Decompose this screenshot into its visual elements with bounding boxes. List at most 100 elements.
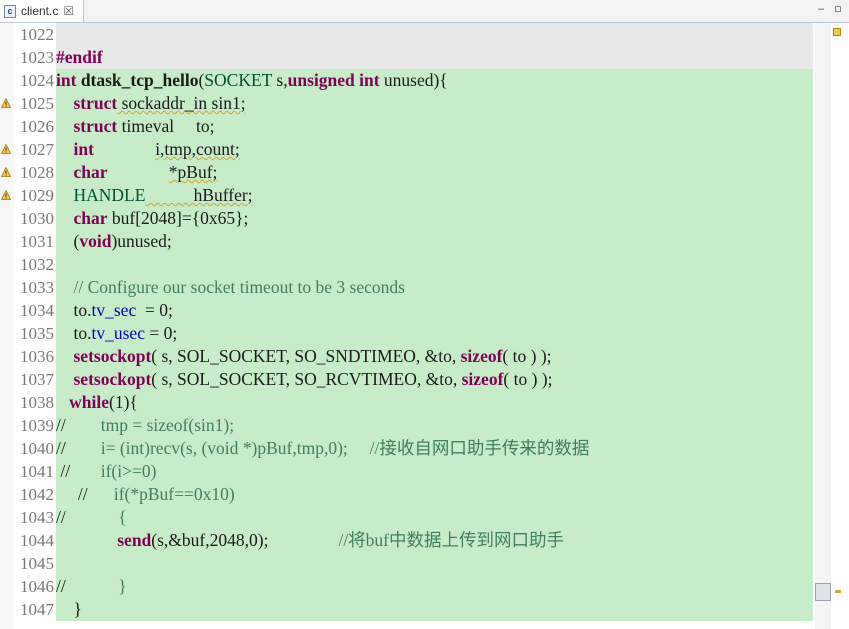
maximize-icon[interactable]: ▫ — [831, 2, 845, 16]
code-token: tmp = sizeof(sin1); — [100, 415, 235, 435]
code-token: SOCKET — [204, 70, 273, 90]
code-token: // — [56, 484, 114, 504]
code-line[interactable]: (void)unused; — [56, 230, 813, 253]
code-line[interactable]: to.tv_usec = 0; — [56, 322, 813, 345]
line-number: 1036 — [20, 347, 54, 366]
line-number: 1023 — [20, 48, 54, 67]
warning-icon[interactable] — [1, 167, 11, 177]
line-number: 1038 — [20, 393, 54, 412]
minimize-icon[interactable]: ‒ — [814, 2, 828, 16]
code-line[interactable]: send(s,&buf,2048,0); //将buf中数据上传到网口助手 — [56, 529, 813, 552]
scrollbar-thumb[interactable] — [815, 583, 831, 601]
line-number: 1032 — [20, 255, 54, 274]
code-line[interactable] — [56, 253, 813, 276]
code-token: ( to ) ); — [503, 369, 553, 389]
code-token: ( — [56, 231, 80, 251]
code-line[interactable]: #endif — [56, 46, 813, 69]
editor-tab-bar: c client.c ☒ ‒ ▫ — [0, 0, 849, 23]
code-token: //将buf中数据上传到网口助手 — [338, 530, 565, 550]
code-line[interactable]: struct timeval to; — [56, 115, 813, 138]
code-token: ( s, SOL_SOCKET, SO_SNDTIMEO, &to, — [151, 346, 461, 366]
code-line[interactable]: int i,tmp,count; — [56, 138, 813, 161]
code-token: sockaddr_in sin1; — [117, 93, 246, 113]
tab-label: client.c — [21, 4, 59, 18]
line-number: 1031 — [20, 232, 54, 251]
code-token: while — [69, 392, 109, 412]
code-token: tv_sec — [91, 300, 137, 320]
code-token: i= (int)recv(s, (void *)pBuf,tmp,0); //接… — [100, 438, 590, 458]
line-number: 1044 — [20, 531, 54, 550]
c-file-icon: c — [4, 4, 16, 18]
code-token: (1){ — [109, 392, 138, 412]
code-token: = 0; — [136, 300, 173, 320]
line-number: 1033 — [20, 278, 54, 297]
code-line[interactable]: int dtask_tcp_hello(SOCKET s,unsigned in… — [56, 69, 813, 92]
warning-icon[interactable] — [1, 98, 11, 108]
code-token: HANDLE — [73, 185, 146, 205]
code-token: } — [118, 576, 127, 596]
code-token: #endif — [56, 47, 103, 67]
line-number: 1042 — [20, 485, 54, 504]
line-number: 1026 — [20, 117, 54, 136]
code-line[interactable]: } — [56, 598, 813, 621]
overview-warning-icon[interactable] — [833, 28, 841, 36]
code-line[interactable]: struct sockaddr_in sin1; — [56, 92, 813, 115]
line-number: 1022 — [20, 25, 54, 44]
code-token: sizeof — [461, 369, 504, 389]
code-line[interactable]: // } — [56, 575, 813, 598]
code-token: = 0; — [144, 323, 178, 343]
code-token: send — [117, 530, 152, 550]
code-token: buf[2048]={0x65}; — [107, 208, 249, 228]
vertical-scrollbar[interactable] — [815, 23, 831, 629]
code-line[interactable]: // { — [56, 506, 813, 529]
code-token: to. — [56, 323, 92, 343]
code-line[interactable]: // tmp = sizeof(sin1); — [56, 414, 813, 437]
tab-client-c[interactable]: c client.c ☒ — [0, 0, 84, 22]
code-token: int — [73, 139, 94, 159]
code-token: unsigned int — [287, 70, 380, 90]
code-token: s, — [272, 70, 288, 90]
code-token: timeval to; — [117, 116, 215, 136]
code-line[interactable]: char *pBuf; — [56, 161, 813, 184]
code-token: (s,&buf,2048,0); — [151, 530, 339, 550]
code-line[interactable]: setsockopt( s, SOL_SOCKET, SO_SNDTIMEO, … — [56, 345, 813, 368]
code-line[interactable] — [56, 552, 813, 575]
code-line[interactable]: // if(i>=0) — [56, 460, 813, 483]
code-token: )unused; — [111, 231, 172, 251]
line-number: 1035 — [20, 324, 54, 343]
code-token: setsockopt — [73, 369, 152, 389]
code-line[interactable]: while(1){ — [56, 391, 813, 414]
code-line[interactable]: // if(*pBuf==0x10) — [56, 483, 813, 506]
warning-icon[interactable] — [1, 190, 11, 200]
line-number: 1043 — [20, 508, 54, 527]
line-number: 1046 — [20, 577, 54, 596]
overview-marker[interactable] — [835, 590, 841, 593]
code-line[interactable]: // i= (int)recv(s, (void *)pBuf,tmp,0); … — [56, 437, 813, 460]
code-token: int — [56, 70, 81, 90]
code-token: if(i>=0) — [100, 461, 157, 481]
code-token: i,tmp,count; — [155, 139, 240, 159]
warning-icon[interactable] — [1, 144, 11, 154]
code-line[interactable]: HANDLE hBuffer; — [56, 184, 813, 207]
code-token: unused){ — [379, 70, 448, 90]
code-token: // Configure our socket timeout to be 3 … — [73, 277, 405, 297]
code-token: to. — [56, 300, 92, 320]
code-line[interactable]: // Configure our socket timeout to be 3 … — [56, 276, 813, 299]
code-token: ( s, SOL_SOCKET, SO_RCVTIMEO, &to, — [151, 369, 462, 389]
code-token: tv_usec — [91, 323, 145, 343]
code-line[interactable] — [56, 23, 813, 46]
code-token: struct — [73, 93, 118, 113]
close-icon[interactable]: ☒ — [63, 4, 74, 18]
code-line[interactable]: to.tv_sec = 0; — [56, 299, 813, 322]
code-line[interactable]: char buf[2048]={0x65}; — [56, 207, 813, 230]
line-number: 1030 — [20, 209, 54, 228]
code-line[interactable]: setsockopt( s, SOL_SOCKET, SO_RCVTIMEO, … — [56, 368, 813, 391]
